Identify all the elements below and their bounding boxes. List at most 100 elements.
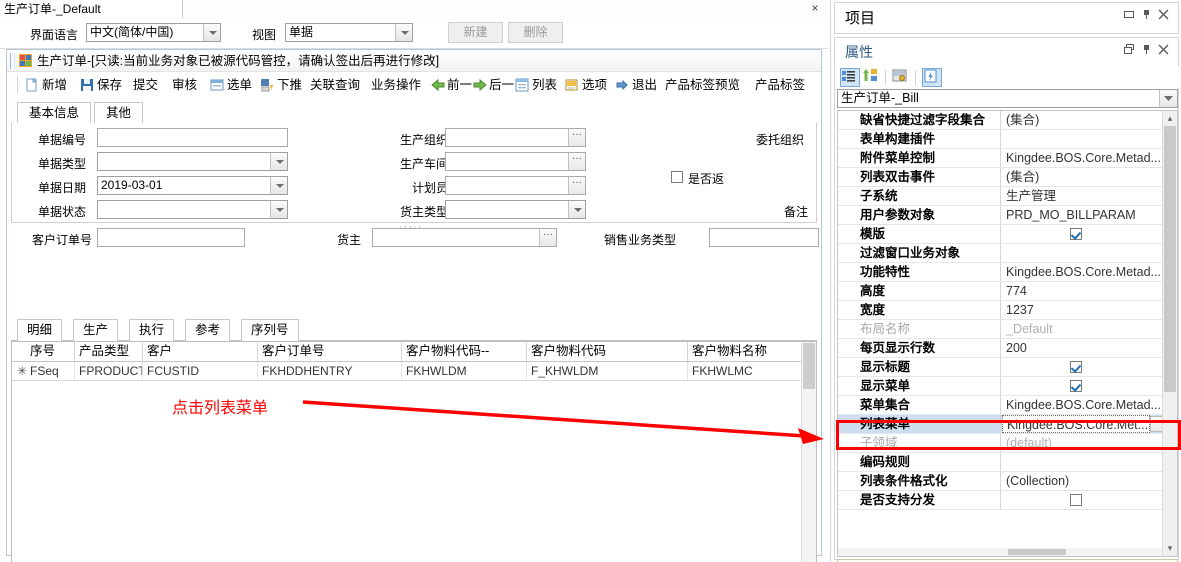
delete-button[interactable]: 删除 (508, 22, 563, 43)
property-row[interactable]: 用户参数对象 PRD_MO_BILLPARAM (838, 206, 1177, 225)
ellipsis-icon[interactable]: ··· (568, 129, 585, 146)
chevron-down-icon[interactable] (203, 24, 220, 41)
property-checkbox[interactable] (1070, 494, 1082, 506)
property-value[interactable] (1002, 453, 1163, 471)
ellipsis-icon[interactable]: ··· (568, 153, 585, 170)
sales-biz-type-input[interactable] (709, 228, 819, 247)
workshop-lookup[interactable]: ··· (445, 152, 586, 171)
property-value[interactable]: 774 (1002, 282, 1163, 300)
planner-lookup[interactable]: ··· (445, 176, 586, 195)
grid-tab-execution[interactable]: 执行 (129, 319, 175, 341)
grid-col-cust-order-no[interactable]: 客户订单号 (258, 342, 402, 361)
grid-col-cust-mat-code-dash[interactable]: 客户物料代码-- (402, 342, 527, 361)
property-value[interactable] (1002, 244, 1163, 262)
bill-type-combo[interactable] (97, 152, 288, 171)
grid-tab-reference[interactable]: 参考 (185, 319, 231, 341)
property-row[interactable]: 缺省快捷过滤字段集合 (集合) (838, 111, 1177, 130)
prod-org-lookup[interactable]: ··· (445, 128, 586, 147)
ellipsis-icon[interactable]: ··· (539, 229, 556, 246)
property-value[interactable]: Kingdee.BOS.Core.Met... (1002, 415, 1150, 433)
splitter-handle[interactable]: ····· (399, 221, 422, 233)
bill-no-input[interactable] (97, 128, 288, 147)
grid-tab-detail[interactable]: 明细 (17, 319, 63, 341)
property-row[interactable]: 功能特性 Kingdee.BOS.Core.Metad... (838, 263, 1177, 282)
grid-col-product-type[interactable]: 产品类型 (75, 342, 143, 361)
property-checkbox[interactable] (1070, 228, 1082, 240)
grid-col-cust-mat-code[interactable]: 客户物料代码 (527, 342, 688, 361)
property-checkbox[interactable] (1070, 361, 1082, 373)
property-grid-horizontal-scrollbar[interactable] (838, 548, 1164, 556)
events-icon[interactable] (922, 68, 942, 87)
property-row[interactable]: 菜单集合 Kingdee.BOS.Core.Metad... (838, 396, 1177, 415)
property-value[interactable]: Kingdee.BOS.Core.Metad... (1002, 263, 1163, 281)
chevron-up-icon[interactable]: ▴ (1164, 112, 1176, 125)
ellipsis-icon[interactable]: ··· (568, 177, 585, 194)
chevron-down-icon[interactable] (395, 24, 412, 41)
scrollbar-thumb[interactable] (1164, 126, 1176, 392)
grid-col-cust-mat-name[interactable]: 客户物料名称 (688, 342, 802, 361)
property-row[interactable]: 过滤窗口业务对象 (838, 244, 1177, 263)
property-value[interactable] (1002, 130, 1163, 148)
bill-status-combo[interactable] (97, 200, 288, 219)
property-value[interactable]: (集合) (1002, 111, 1163, 129)
chevron-down-icon[interactable] (270, 201, 287, 218)
pin-icon[interactable] (1139, 9, 1153, 23)
property-grid-vertical-scrollbar[interactable]: ▴ ▾ (1162, 111, 1177, 556)
property-row[interactable]: 每页显示行数 200 (838, 339, 1177, 358)
property-row[interactable]: 列表双击事件 (集合) (838, 168, 1177, 187)
grid-col-customer[interactable]: 客户 (143, 342, 258, 361)
property-row[interactable]: 附件菜单控制 Kingdee.BOS.Core.Metad... (838, 149, 1177, 168)
property-pages-icon[interactable] (892, 68, 912, 87)
property-value[interactable]: (Collection) (1002, 472, 1163, 490)
property-value[interactable]: 200 (1002, 339, 1163, 357)
restore-icon[interactable] (1122, 9, 1136, 23)
grid-tab-serial[interactable]: 序列号 (241, 319, 299, 341)
property-row-list-menu[interactable]: 列表菜单 Kingdee.BOS.Core.Met... ··· (838, 415, 1177, 434)
pin-icon[interactable] (1139, 44, 1153, 58)
owner-type-combo[interactable] (445, 200, 586, 219)
scrollbar-thumb[interactable] (1008, 549, 1066, 555)
property-row[interactable]: 模版 (838, 225, 1177, 244)
close-icon[interactable]: × (808, 1, 822, 15)
property-row[interactable]: 表单构建插件 (838, 130, 1177, 149)
chevron-down-icon[interactable] (270, 153, 287, 170)
property-value[interactable]: 1237 (1002, 301, 1163, 319)
object-selector-combo[interactable]: 生产订单-_Bill (837, 89, 1178, 108)
property-checkbox[interactable] (1070, 380, 1082, 392)
property-row[interactable]: 高度 774 (838, 282, 1177, 301)
tab-other[interactable]: 其他 (94, 102, 144, 123)
chevron-down-icon[interactable] (270, 177, 287, 194)
tab-basic-info[interactable]: 基本信息 (17, 102, 92, 123)
document-tab[interactable]: 生产订单-_Default (0, 0, 183, 18)
table-row[interactable]: ✳ FSeq FPRODUCT... FCUSTID FKHDDHENTRY F… (12, 362, 816, 381)
restore-icon[interactable] (1122, 44, 1136, 58)
property-row[interactable]: 子领域 (default) (838, 434, 1177, 453)
property-row[interactable]: 是否支持分发 (838, 491, 1177, 510)
grid-tab-production[interactable]: 生产 (73, 319, 119, 341)
grid-col-seq[interactable]: 序号 (26, 342, 75, 361)
property-row[interactable]: 显示标题 (838, 358, 1177, 377)
property-value[interactable]: Kingdee.BOS.Core.Metad... (1002, 149, 1163, 167)
close-icon[interactable] (1156, 9, 1170, 23)
is-return-checkbox[interactable] (671, 171, 683, 183)
property-row[interactable]: 列表条件格式化 (Collection) (838, 472, 1177, 491)
property-value[interactable]: Kingdee.BOS.Core.Metad... (1002, 396, 1163, 414)
property-value[interactable]: (集合) (1002, 168, 1163, 186)
alphabetical-sort-icon[interactable] (862, 68, 882, 87)
cust-order-no-input[interactable] (97, 228, 245, 247)
property-value[interactable]: PRD_MO_BILLPARAM (1002, 206, 1163, 224)
scrollbar-thumb[interactable] (803, 343, 815, 389)
chevron-down-icon[interactable] (1159, 90, 1177, 107)
bill-date-combo[interactable]: 2019-03-01 (97, 176, 288, 195)
property-row[interactable]: 编码规则 (838, 453, 1177, 472)
view-combo[interactable]: 单据 (285, 23, 413, 42)
language-combo[interactable]: 中文(简体/中国) (86, 23, 221, 42)
new-button[interactable]: 新建 (448, 22, 503, 43)
property-value[interactable]: 生产管理 (1002, 187, 1163, 205)
property-row[interactable]: 布局名称 _Default (838, 320, 1177, 339)
close-icon[interactable] (1156, 44, 1170, 58)
chevron-down-icon[interactable]: ▾ (1164, 542, 1176, 555)
property-row[interactable]: 宽度 1237 (838, 301, 1177, 320)
property-row[interactable]: 显示菜单 (838, 377, 1177, 396)
chevron-down-icon[interactable] (568, 201, 585, 218)
